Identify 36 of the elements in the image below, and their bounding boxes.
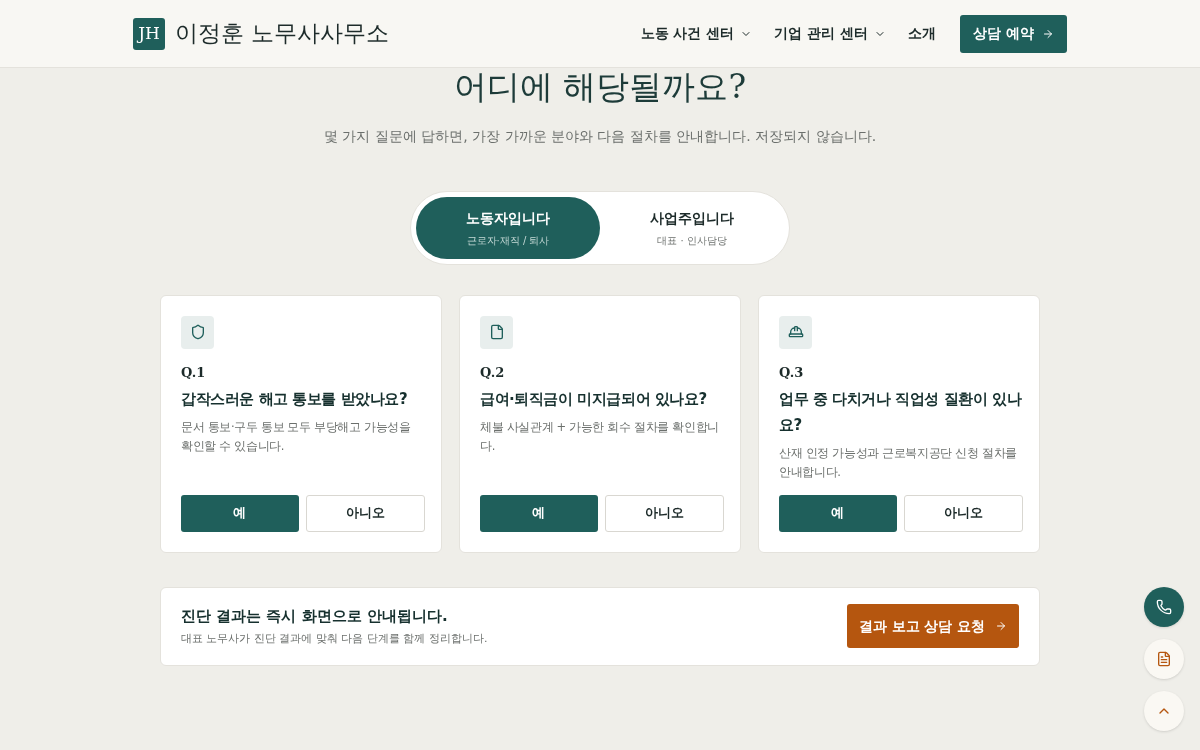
document-icon [488,324,505,340]
consult-request-button[interactable]: 결과 보고 상담 요청 [847,604,1019,648]
logo-text: 이정훈 노무사사무소 [175,19,390,49]
result-title: 진단 결과는 즉시 화면으로 안내됩니다. [181,605,449,627]
nav-link[interactable]: 소개 [908,23,937,44]
page-heading: 어디에 해당될까요? [453,66,747,108]
question-title: 업무 중 다치거나 직업성 질환이 있나요? [779,389,1023,436]
question-title: 급여·퇴직금이 미지급되어 있나요? [480,389,708,410]
question-description: 산재 인정 가능성과 근로복지공단 신청 절차를 안내합니다. [779,445,1018,481]
question-title: 갑작스러운 해고 통보를 받았나요? [181,389,409,410]
subtitle: 몇 가지 질문에 답하면, 가장 가까운 분야와 다음 절차를 안내합니다. 저장되지 않습니다. [323,126,877,146]
document-icon [1156,651,1172,667]
yes-button[interactable]: 예 [779,494,897,532]
audience-tab[interactable]: 노동자입니다 근로자·재직 / 퇴사 [416,196,600,259]
hard-hat-icon [787,324,804,340]
question-number: Q.3 [779,363,805,382]
shield-icon [189,324,206,340]
phone-icon [1156,599,1172,615]
question-number: Q.1 [181,363,207,382]
yes-button[interactable]: 예 [480,494,598,532]
booking-button[interactable]: 상담 예약 [960,14,1067,53]
no-button[interactable]: 아니오 [305,494,425,532]
nav-link[interactable]: 기업 관리 센터 [774,23,887,44]
arrow-right-icon [1042,27,1054,40]
question-number: Q.2 [480,363,506,382]
logo-mark: JH [133,17,165,50]
yes-button[interactable]: 예 [181,494,299,532]
arrow-right-icon [995,620,1008,632]
nav-link[interactable]: 노동 사건 센터 [640,23,753,44]
document-button[interactable] [1144,639,1184,679]
result-description: 대표 노무사가 진단 결과에 맞춰 다음 단계를 함께 정리합니다. [181,631,488,647]
phone-button[interactable] [1144,587,1184,627]
no-button[interactable]: 아니오 [903,494,1023,532]
no-button[interactable]: 아니오 [604,494,724,532]
question-description: 문서 통보·구두 통보 모두 부당해고 가능성을 확인할 수 있습니다. [181,419,412,455]
question-description: 체불 사실관계 + 가능한 회수 절차를 확인합니다. [480,419,720,455]
